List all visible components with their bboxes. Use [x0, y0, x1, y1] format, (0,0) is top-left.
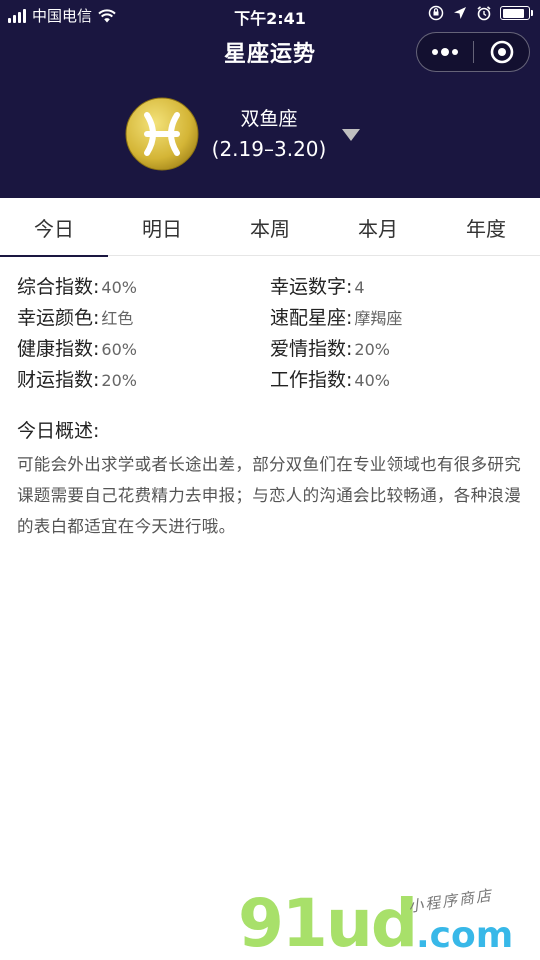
circle-close-icon — [490, 40, 513, 64]
stat-label: 幸运数字: — [270, 276, 353, 298]
tab-year[interactable]: 年度 — [432, 198, 540, 256]
stat-value: 4 — [354, 278, 365, 297]
stats-row: 综合指数: 40% 幸运数字: 4 — [17, 270, 527, 301]
stat-label: 幸运颜色: — [17, 307, 100, 329]
watermark-logo: 91ud 小程序商店 .com — [238, 885, 538, 960]
stat-value: 40% — [354, 371, 390, 390]
stat-love: 爱情指数: 20% — [270, 334, 523, 361]
more-button[interactable] — [417, 33, 473, 71]
watermark-sub: 小程序商店 — [407, 886, 494, 916]
period-tabs: 今日 明日 本周 本月 年度 — [0, 198, 540, 257]
status-right — [428, 5, 533, 21]
stat-value: 20% — [354, 340, 390, 359]
tab-week[interactable]: 本周 — [216, 198, 324, 256]
stats-row: 幸运颜色: 红色 速配星座: 摩羯座 — [17, 301, 527, 332]
stat-wealth: 财运指数: 20% — [17, 365, 270, 392]
stat-value: 摩羯座 — [354, 309, 403, 328]
header: 中国电信 下午2:41 星座运势 双鱼座 (2.19–3.20) — [0, 0, 540, 198]
fortune-stats: 综合指数: 40% 幸运数字: 4 幸运颜色: 红色 速配星座: 摩羯座 健康指… — [17, 270, 527, 394]
battery-icon — [500, 6, 533, 20]
battery-fill — [502, 8, 524, 18]
capsule-menu — [416, 32, 530, 72]
overview-text: 可能会外出求学或者长途出差，部分双鱼们在专业领域也有很多研究课题需要自己花费精力… — [17, 455, 521, 536]
stat-value: 红色 — [101, 309, 134, 328]
stat-label: 速配星座: — [270, 307, 353, 329]
watermark-domain: .com — [416, 915, 514, 956]
wifi-icon — [98, 8, 116, 22]
stat-label: 财运指数: — [17, 369, 100, 391]
stat-value: 60% — [101, 340, 137, 359]
stat-work: 工作指数: 40% — [270, 365, 523, 392]
stat-health: 健康指数: 60% — [17, 334, 270, 361]
stat-overall: 综合指数: 40% — [17, 272, 270, 299]
page: 中国电信 下午2:41 星座运势 双鱼座 (2.19–3.20) 今日 明日 本… — [0, 0, 540, 960]
overview-title: 今日概述: — [17, 420, 100, 442]
stats-row: 财运指数: 20% 工作指数: 40% — [17, 363, 527, 394]
watermark-main: 91ud — [238, 885, 418, 960]
sign-name[interactable]: 双鱼座 — [200, 104, 338, 131]
pisces-icon[interactable] — [125, 97, 199, 171]
tab-month[interactable]: 本月 — [324, 198, 432, 256]
status-bar: 中国电信 下午2:41 — [0, 0, 540, 30]
tab-tomorrow[interactable]: 明日 — [108, 198, 216, 256]
carrier-label: 中国电信 — [32, 7, 93, 25]
stat-value: 40% — [101, 278, 137, 297]
tab-today[interactable]: 今日 — [0, 198, 108, 257]
stat-label: 工作指数: — [270, 369, 353, 391]
stat-match-sign: 速配星座: 摩羯座 — [270, 303, 523, 330]
stat-lucky-color: 幸运颜色: 红色 — [17, 303, 270, 330]
signal-icon — [8, 8, 26, 23]
stat-value: 20% — [101, 371, 137, 390]
stats-row: 健康指数: 60% 爱情指数: 20% — [17, 332, 527, 363]
status-left: 中国电信 — [8, 5, 116, 26]
stat-label: 爱情指数: — [270, 338, 353, 360]
orientation-lock-icon — [428, 5, 444, 21]
stat-label: 综合指数: — [17, 276, 100, 298]
dropdown-triangle-icon[interactable] — [341, 128, 361, 142]
close-button[interactable] — [474, 33, 529, 71]
location-arrow-icon — [454, 7, 466, 19]
more-dots-icon — [432, 48, 458, 56]
sign-date-range: (2.19–3.20) — [211, 137, 327, 161]
stat-lucky-number: 幸运数字: 4 — [270, 272, 523, 299]
stat-label: 健康指数: — [17, 338, 100, 360]
alarm-icon — [477, 6, 491, 21]
